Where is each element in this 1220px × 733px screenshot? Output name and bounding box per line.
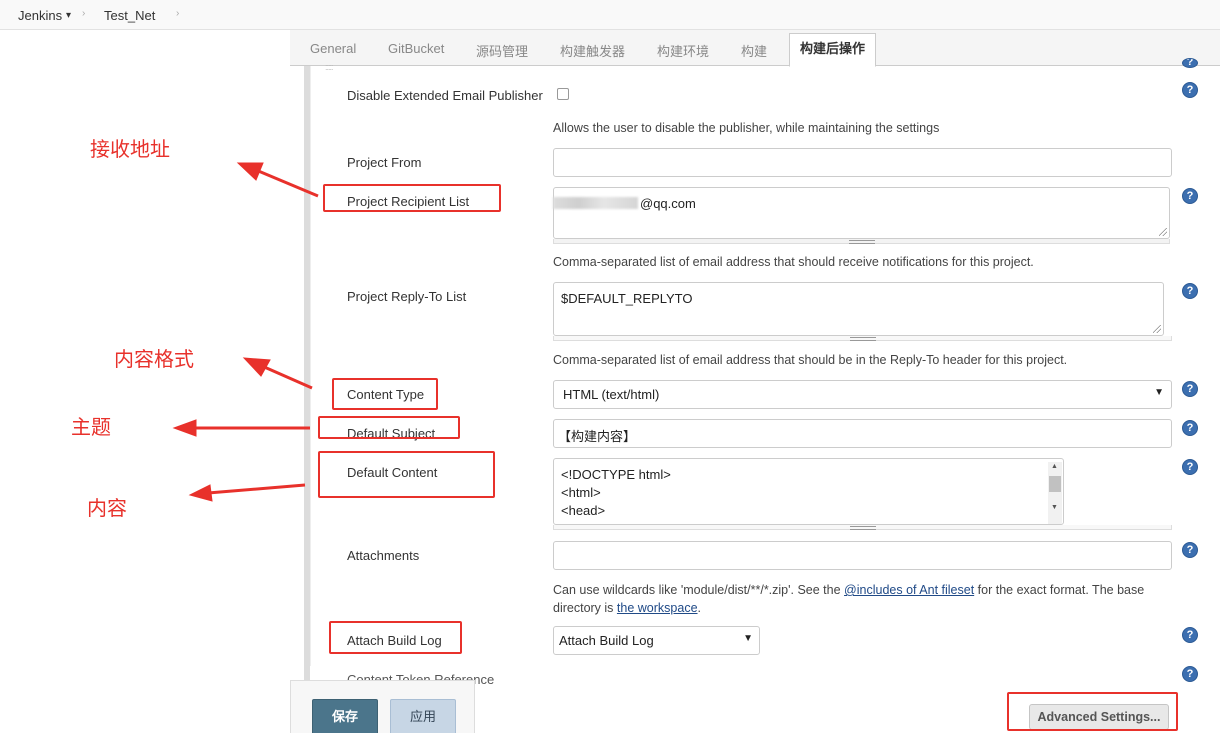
arrow-line xyxy=(255,168,319,198)
arrow-line xyxy=(261,364,313,390)
annotation-subject: 主题 xyxy=(71,417,111,439)
arrow-head-icon xyxy=(172,419,197,437)
arrow-head-icon xyxy=(236,162,264,181)
arrow-line xyxy=(207,483,306,495)
arrow-head-icon xyxy=(242,357,271,377)
annotation-content-type: 内容格式 xyxy=(114,349,194,371)
annotation-content: 内容 xyxy=(87,498,127,520)
annotation-recipient: 接收地址 xyxy=(90,139,170,161)
arrow-head-icon xyxy=(188,484,213,502)
